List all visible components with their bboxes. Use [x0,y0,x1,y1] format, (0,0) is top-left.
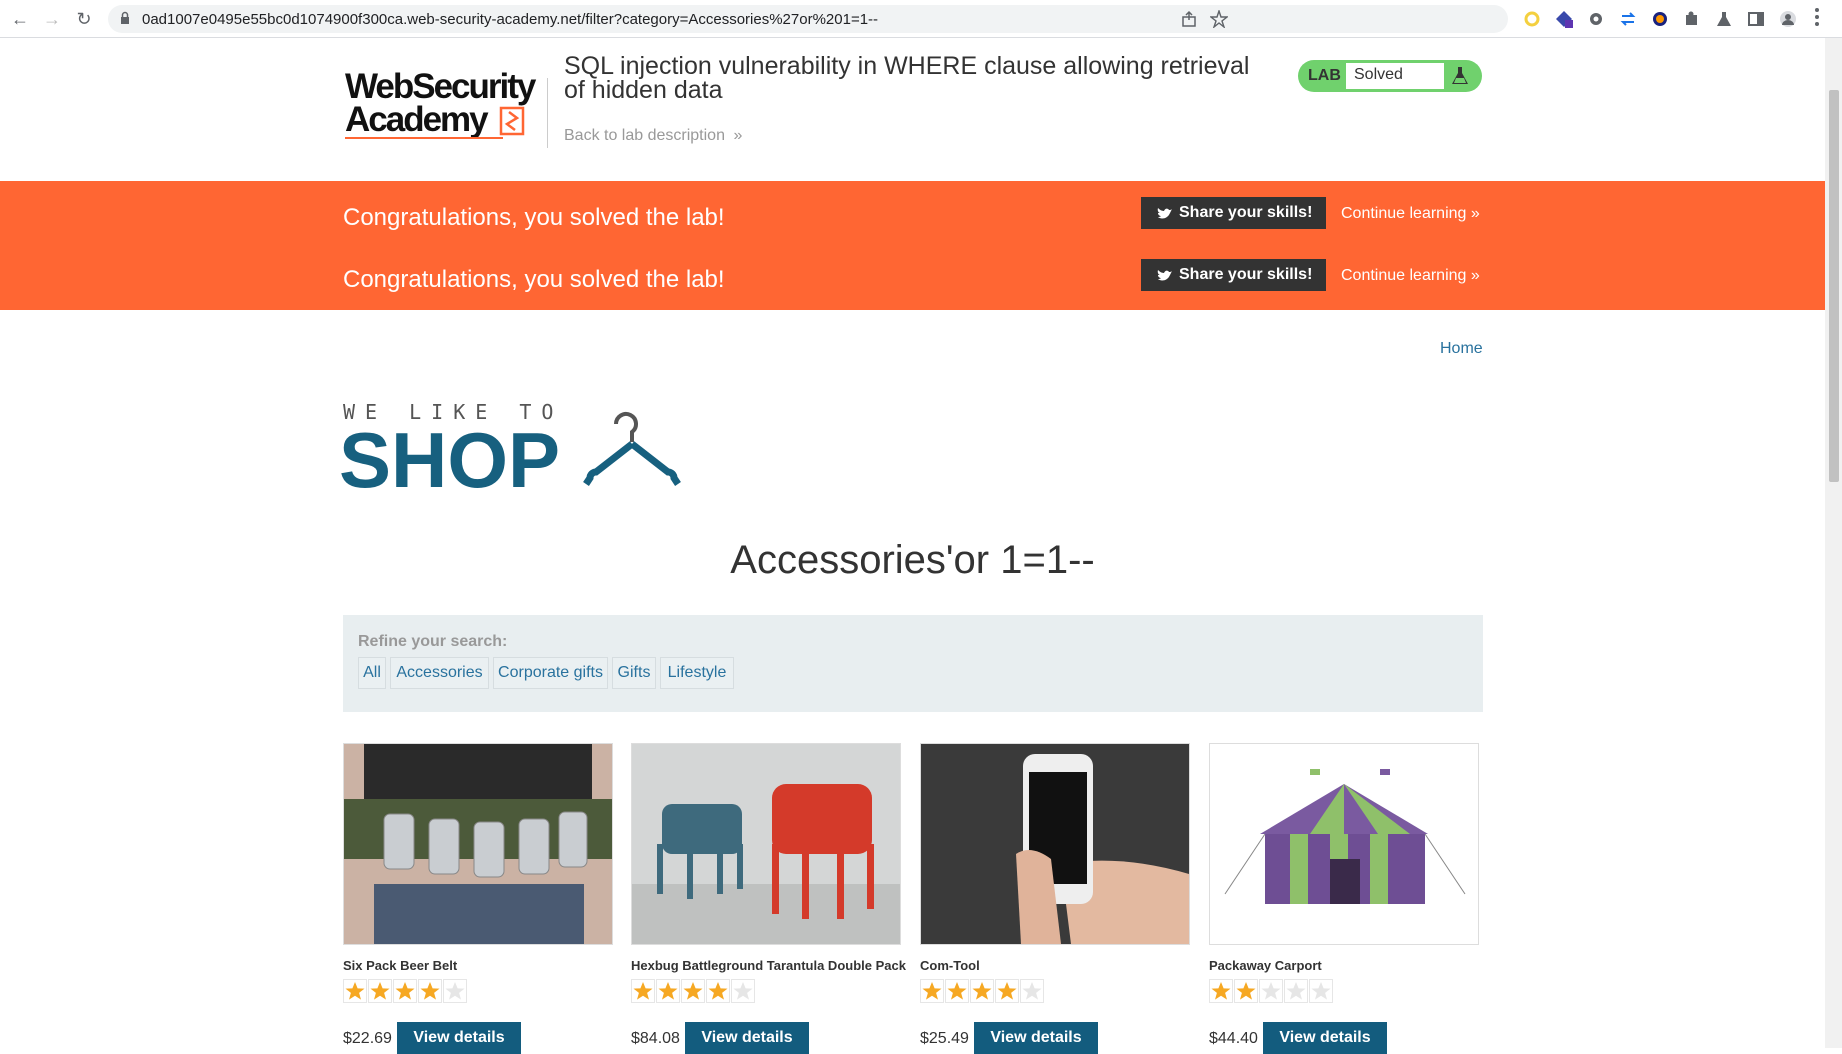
lock-icon [121,11,129,24]
share-skills-button[interactable]: Share your skills! [1141,259,1326,291]
continue-learning-label: Continue learning [1341,205,1467,222]
refine-search-panel: Refine your search: All Accessories Corp… [343,615,1483,712]
lab-title: SQL injection vulnerability in WHERE cla… [564,52,1250,104]
product-price: $25.49 [920,1030,969,1047]
share-skills-button[interactable]: Share your skills! [1141,197,1326,229]
phone-image[interactable] [920,743,1190,945]
star-filled-icon [1209,979,1233,1003]
side-panel-icon[interactable] [1747,10,1765,28]
double-chevron-right-icon: » [1470,267,1480,284]
view-details-button[interactable]: View details [1263,1022,1387,1054]
filter-link-corporate-gifts[interactable]: Corporate gifts [493,657,608,689]
back-arrow-icon[interactable]: ← [10,9,30,29]
lab-status-text: Solved [1354,66,1403,83]
star-empty-icon [1020,979,1044,1003]
share-page-icon[interactable] [1180,10,1198,28]
home-link[interactable]: Home [1440,340,1483,358]
filter-link-gifts[interactable]: Gifts [612,657,656,689]
page-scrollbar[interactable] [1825,38,1842,1048]
star-filled-icon [656,979,680,1003]
puzzle-icon[interactable] [1683,10,1701,28]
star-empty-icon [1259,979,1283,1003]
twitter-bird-icon [1157,208,1172,219]
back-link-label: Back to lab description [564,127,725,144]
scrollbar-thumb[interactable] [1829,90,1839,482]
extension-badge-icon[interactable] [1555,10,1573,28]
tent-image[interactable] [1209,743,1479,945]
reload-icon[interactable]: ↻ [74,9,94,29]
refine-search-label: Refine your search: [358,633,508,650]
web-page: WebSecurity Academy SQL injection vulner… [0,38,1825,1054]
continue-learning-link[interactable]: Continue learning » [1341,205,1480,223]
star-filled-icon [970,979,994,1003]
product-price: $84.08 [631,1030,680,1047]
star-filled-icon [945,979,969,1003]
continue-learning-link[interactable]: Continue learning » [1341,267,1480,285]
forward-arrow-icon[interactable]: → [42,9,62,29]
view-details-button[interactable]: View details [974,1022,1098,1054]
lab-status-badge: LAB Solved [1298,60,1482,92]
firefox-like-icon[interactable] [1651,10,1669,28]
view-details-button[interactable]: View details [685,1022,809,1054]
twitter-bird-icon [1157,270,1172,281]
star-filled-icon [706,979,730,1003]
hanger-icon [583,412,681,486]
lab-header: WebSecurity Academy SQL injection vulner… [0,38,1825,181]
flask-icon [1452,67,1468,84]
lab-badge-label: LAB [1308,67,1341,84]
hexbug-image[interactable] [631,743,901,945]
product-name: Hexbug Battleground Tarantula Double Pac… [631,958,906,973]
star-empty-icon [1309,979,1333,1003]
url-text: 0ad1007e0495e55bc0d1074900f300ca.web-sec… [142,11,879,28]
filter-link-lifestyle[interactable]: Lifestyle [660,657,734,689]
banner-row: Congratulations, you solved the lab! Sha… [0,255,1825,305]
browser-toolbar: ← → ↻ 0ad1007e0495e55bc0d1074900f300ca.w… [0,0,1842,38]
congratulations-message: Congratulations, you solved the lab! [343,266,725,293]
beer-belt-image[interactable] [343,743,613,945]
product-name: Com-Tool [920,958,980,973]
filter-link-accessories[interactable]: Accessories [390,657,489,689]
lab-solved-banner: Congratulations, you solved the lab! Sha… [0,181,1825,310]
logo-text-line2: Academy [345,100,489,139]
star-filled-icon [418,979,442,1003]
shop-wordmark: SHOP [339,416,561,504]
star-filled-icon [920,979,944,1003]
product-price: $44.40 [1209,1030,1258,1047]
product-price: $22.69 [343,1030,392,1047]
back-to-lab-description-link[interactable]: Back to lab description » [564,127,742,145]
extension-circle-icon[interactable] [1523,10,1541,28]
refresh-extension-icon[interactable] [1619,10,1637,28]
double-chevron-right-icon: » [733,127,743,144]
congratulations-message: Congratulations, you solved the lab! [343,204,725,231]
star-empty-icon [443,979,467,1003]
star-filled-icon [393,979,417,1003]
menu-kebab-icon[interactable] [1815,8,1819,28]
flask-icon[interactable] [1715,10,1733,28]
banner-row: Congratulations, you solved the lab! Sha… [0,193,1825,243]
share-skills-label: Share your skills! [1179,204,1313,221]
star-empty-icon [1284,979,1308,1003]
gear-icon[interactable] [1587,10,1605,28]
lab-status-box: Solved [1346,63,1444,89]
product-name: Packaway Carport [1209,958,1322,973]
profile-avatar-icon[interactable] [1779,10,1797,28]
double-chevron-right-icon: » [1470,205,1480,222]
star-empty-icon [731,979,755,1003]
star-filled-icon [681,979,705,1003]
product-name: Six Pack Beer Belt [343,958,458,973]
star-filled-icon [1234,979,1258,1003]
star-filled-icon [368,979,392,1003]
web-security-academy-logo[interactable]: WebSecurity Academy [343,58,543,158]
star-filled-icon [343,979,367,1003]
continue-learning-label: Continue learning [1341,267,1467,284]
page-title: Accessories'or 1=1-- [730,538,1095,582]
share-skills-label: Share your skills! [1179,266,1313,283]
star-filled-icon [631,979,655,1003]
bookmark-star-icon[interactable] [1210,10,1228,28]
star-filled-icon [995,979,1019,1003]
address-bar[interactable]: 0ad1007e0495e55bc0d1074900f300ca.web-sec… [108,5,1508,33]
filter-link-all[interactable]: All [358,657,386,689]
header-divider [547,78,548,148]
view-details-button[interactable]: View details [397,1022,521,1054]
